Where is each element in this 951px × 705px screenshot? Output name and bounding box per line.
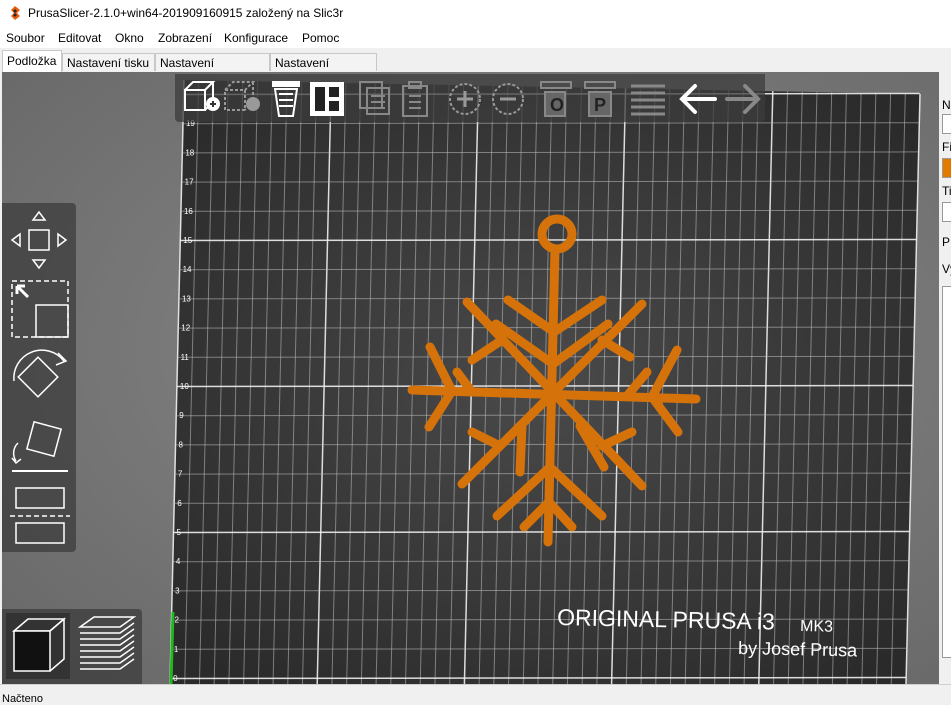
menu-zobrazeni[interactable]: Zobrazení [158, 31, 212, 45]
filament-color-swatch[interactable] [942, 158, 951, 178]
y-tick-label: 17 [185, 178, 194, 187]
y-tick-label: 13 [182, 294, 191, 303]
menu-konfigurace[interactable]: Konfigurace [224, 31, 288, 45]
y-tick-label: 6 [177, 499, 182, 508]
status-text: Načteno [2, 693, 43, 705]
menu-soubor[interactable]: Soubor [6, 31, 45, 45]
svg-text:O: O [550, 95, 564, 115]
y-tick-label: 12 [181, 324, 190, 333]
remove-instance-icon[interactable] [492, 83, 524, 115]
preview-layers-icon[interactable] [77, 616, 137, 670]
rotate-icon[interactable] [13, 349, 68, 398]
split-parts-icon[interactable]: P [584, 81, 616, 117]
redo-icon[interactable] [725, 84, 761, 114]
right-sidebar: N Fi Ti P Vý [939, 72, 951, 684]
right-label-fi: Fi [942, 140, 951, 154]
y-tick-label: 11 [181, 353, 190, 362]
right-label-ti: Ti [942, 184, 951, 198]
tab-nastaveni-filamentu[interactable]: Nastavení filamentu [155, 53, 270, 88]
bed-logo-main: ORIGINAL PRUSA i3 [557, 604, 775, 635]
y-tick-label: 1 [174, 645, 179, 654]
status-bar: Načteno [0, 684, 951, 705]
right-field-2[interactable] [942, 202, 951, 222]
right-label-p: P [942, 235, 951, 249]
prusaslicer-logo-icon [11, 6, 20, 20]
y-axis-indicator [169, 611, 175, 684]
bed-logo-sub: by Josef Prusa [738, 638, 858, 661]
arrange-icon[interactable] [310, 82, 344, 116]
tab-nastaveni-tisku[interactable]: Nastavení tisku [62, 53, 155, 71]
left-toolbar [2, 203, 76, 552]
y-tick-label: 14 [183, 265, 192, 274]
paste-icon[interactable] [402, 81, 428, 117]
place-on-face-icon[interactable] [11, 420, 68, 472]
scale-icon[interactable] [11, 280, 69, 338]
y-tick-label: 15 [183, 236, 192, 245]
tab-nastaveni-tiskarny[interactable]: Nastavení tiskárny [270, 53, 377, 88]
y-tick-label: 3 [175, 586, 180, 595]
cut-icon[interactable] [10, 487, 70, 544]
title-bar: PrusaSlicer-2.1.0+win64-201909160915 zal… [0, 0, 951, 28]
right-label-vy: Vý [942, 262, 951, 276]
bed-logo-model: MK3 [800, 618, 833, 636]
y-tick-label: 4 [176, 557, 181, 566]
tab-podlozka[interactable]: Podložka [2, 50, 62, 72]
window-title: PrusaSlicer-2.1.0+win64-201909160915 zal… [28, 6, 344, 20]
y-tick-label: 9 [179, 411, 184, 420]
right-label-n: N [942, 98, 951, 112]
y-tick-label: 7 [178, 470, 183, 479]
split-objects-icon[interactable]: O [540, 81, 572, 117]
3d-view-icon[interactable] [6, 613, 70, 679]
tab-bar: Podložka Nastavení tisku Nastavení filam… [0, 50, 951, 88]
top-toolbar: O P [175, 74, 765, 122]
delete-icon[interactable] [224, 81, 260, 111]
y-tick-label: 0 [173, 674, 178, 683]
y-tick-label: 8 [179, 440, 184, 449]
right-field-1[interactable] [942, 114, 951, 134]
menu-pomoc[interactable]: Pomoc [302, 31, 339, 45]
y-tick-label: 5 [177, 528, 182, 537]
y-tick-label: 16 [184, 207, 193, 216]
move-icon[interactable] [10, 210, 68, 270]
add-instance-icon[interactable] [449, 83, 481, 115]
add-icon[interactable] [184, 81, 220, 111]
menu-okno[interactable]: Okno [115, 31, 144, 45]
svg-text:P: P [594, 95, 606, 115]
view-toolbar [2, 609, 142, 684]
3d-viewport[interactable]: 0 1 2 3 4 5 6 7 8 9 10 11 12 13 14 15 16 17 18 19 ORIGINAL … [2, 72, 939, 684]
object-list[interactable] [942, 286, 951, 658]
y-tick-label: 10 [180, 382, 189, 391]
y-tick-label: 2 [174, 616, 179, 625]
y-tick-label: 18 [185, 148, 194, 157]
menu-bar: Soubor Editovat Okno Zobrazení Konfigura… [0, 28, 951, 48]
delete-all-icon[interactable] [272, 81, 300, 117]
copy-icon[interactable] [359, 81, 390, 115]
undo-icon[interactable] [679, 84, 717, 114]
menu-editovat[interactable]: Editovat [58, 31, 101, 45]
layer-editing-icon[interactable] [631, 84, 665, 116]
